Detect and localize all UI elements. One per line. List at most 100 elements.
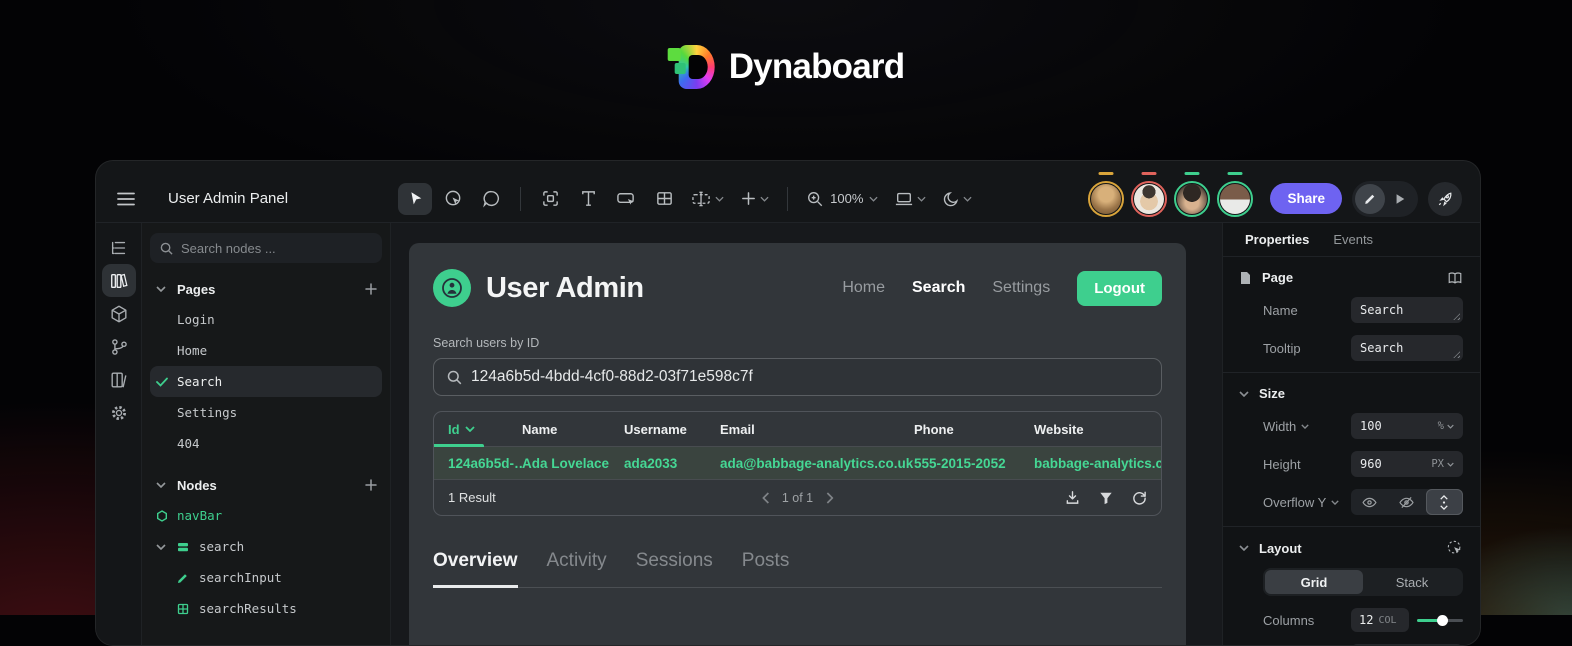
height-unit-select[interactable]: PX <box>1431 458 1454 470</box>
theme-toggle-button[interactable] <box>936 183 978 215</box>
cell-id: 124a6b5d-… <box>448 455 522 471</box>
edit-mode-button[interactable] <box>1355 183 1385 214</box>
avatar[interactable] <box>1174 171 1211 217</box>
page-item-login[interactable]: Login <box>150 304 382 335</box>
zoom-level: 100% <box>830 191 864 206</box>
node-item-navbar[interactable]: navBar <box>150 500 382 531</box>
column-header-email[interactable]: Email <box>720 422 914 437</box>
page-item-search[interactable]: Search <box>150 366 382 397</box>
tab-posts[interactable]: Posts <box>742 550 790 587</box>
deploy-button[interactable] <box>1428 181 1462 216</box>
nav-item-search[interactable]: Search <box>912 279 965 297</box>
rail-item-settings[interactable] <box>102 396 136 429</box>
columns-slider[interactable] <box>1417 608 1463 632</box>
frame-tool-button[interactable] <box>533 183 567 215</box>
library-icon <box>110 273 128 288</box>
tab-properties[interactable]: Properties <box>1245 232 1309 247</box>
interact-tool-button[interactable] <box>436 183 470 215</box>
name-property: Name Search <box>1239 297 1463 323</box>
avatar[interactable] <box>1131 171 1168 217</box>
refresh-icon[interactable] <box>1132 490 1147 505</box>
tab-overview[interactable]: Overview <box>433 550 518 588</box>
pages-section-title: Pages <box>177 281 216 297</box>
chevron-down-icon[interactable] <box>1239 545 1249 551</box>
avatar[interactable] <box>1217 171 1254 217</box>
rail-item-components[interactable] <box>101 264 136 297</box>
filter-icon[interactable] <box>1099 491 1113 505</box>
node-search-input[interactable] <box>181 240 372 256</box>
rail-item-branches[interactable] <box>102 330 136 363</box>
column-header-id[interactable]: Id <box>448 422 522 437</box>
overflow-hidden-option[interactable] <box>1388 489 1425 515</box>
comment-tool-button[interactable] <box>474 183 508 215</box>
tooltip-input[interactable]: Search <box>1351 335 1463 361</box>
column-header-username[interactable]: Username <box>624 422 720 437</box>
chevron-down-icon <box>156 482 176 488</box>
select-tool-button[interactable] <box>398 182 433 215</box>
overflow-y-property: Overflow Y <box>1239 489 1463 515</box>
play-icon <box>1396 193 1405 204</box>
logout-button[interactable]: Logout <box>1077 270 1162 306</box>
detail-tabs: Overview Activity Sessions Posts <box>433 550 1162 588</box>
page-item-404[interactable]: 404 <box>150 428 382 459</box>
chevron-down-icon[interactable] <box>156 543 177 550</box>
download-icon[interactable] <box>1065 490 1080 505</box>
preview-mode-button[interactable] <box>1385 184 1415 214</box>
chevron-right-icon[interactable] <box>826 491 834 504</box>
add-page-button[interactable] <box>364 282 378 296</box>
overflow-visible-option[interactable] <box>1351 489 1388 515</box>
page-frame[interactable]: User Admin Home Search Settings Logout S… <box>409 243 1186 645</box>
rail-item-assets[interactable] <box>102 297 136 330</box>
pages-section-header[interactable]: Pages <box>150 274 382 304</box>
text-tool-button[interactable] <box>571 183 605 215</box>
cell-phone: 555-2015-2052 <box>914 455 1006 471</box>
avatar[interactable] <box>1088 171 1125 217</box>
height-input[interactable]: 960 PX <box>1351 451 1463 477</box>
layout-stack-option[interactable]: Stack <box>1363 570 1461 594</box>
node-item-searchresults[interactable]: searchResults <box>150 593 382 624</box>
nodes-section-header[interactable]: Nodes <box>150 470 382 500</box>
zoom-control[interactable]: 100% <box>800 183 884 215</box>
add-node-button[interactable] <box>364 478 378 492</box>
chevron-down-icon[interactable] <box>1301 423 1309 429</box>
rail-item-theme[interactable] <box>102 363 136 396</box>
chevron-left-icon[interactable] <box>761 491 769 504</box>
tab-sessions[interactable]: Sessions <box>636 550 713 587</box>
share-button[interactable]: Share <box>1270 183 1342 214</box>
rail-item-outline[interactable] <box>102 231 136 264</box>
column-header-phone[interactable]: Phone <box>914 422 1034 437</box>
page-item-home[interactable]: Home <box>150 335 382 366</box>
button-tool-button[interactable] <box>609 183 643 215</box>
table-row[interactable]: 124a6b5d-… Ada Lovelace ada2033 ada@babb… <box>434 447 1161 480</box>
node-item-search[interactable]: search <box>150 531 382 562</box>
table-tool-button[interactable] <box>647 183 681 215</box>
menu-icon[interactable] <box>112 185 140 213</box>
nav-item-home[interactable]: Home <box>842 279 885 297</box>
chevron-down-icon[interactable] <box>1239 390 1249 397</box>
nav-item-settings[interactable]: Settings <box>992 279 1050 297</box>
column-header-website[interactable]: Website <box>1034 422 1161 437</box>
layout-grid-option[interactable]: Grid <box>1265 570 1363 594</box>
column-header-name[interactable]: Name <box>522 422 624 437</box>
docs-book-icon[interactable] <box>1447 271 1463 285</box>
width-unit-select[interactable]: % <box>1438 420 1454 432</box>
overflow-scroll-option[interactable] <box>1425 489 1463 515</box>
add-node-button[interactable] <box>734 183 775 215</box>
width-input[interactable]: 100 % <box>1351 413 1463 439</box>
chevron-down-icon <box>963 196 972 202</box>
page-item-settings[interactable]: Settings <box>150 397 382 428</box>
slider-thumb[interactable] <box>1437 614 1449 626</box>
columns-input[interactable]: 12 COL <box>1351 608 1409 632</box>
tab-events[interactable]: Events <box>1333 232 1373 247</box>
select-target-icon[interactable] <box>1447 540 1463 556</box>
node-item-searchinput[interactable]: searchInput <box>150 562 382 593</box>
node-search[interactable] <box>150 233 382 263</box>
user-id-search-field[interactable] <box>433 358 1162 396</box>
user-id-input[interactable] <box>471 368 1148 386</box>
chevron-down-icon[interactable] <box>1331 499 1340 505</box>
input-tool-button[interactable] <box>685 183 730 215</box>
name-input[interactable]: Search <box>1351 297 1463 323</box>
design-canvas[interactable]: User Admin Home Search Settings Logout S… <box>391 223 1222 645</box>
tab-activity[interactable]: Activity <box>547 550 607 587</box>
device-preview-button[interactable] <box>888 183 932 215</box>
